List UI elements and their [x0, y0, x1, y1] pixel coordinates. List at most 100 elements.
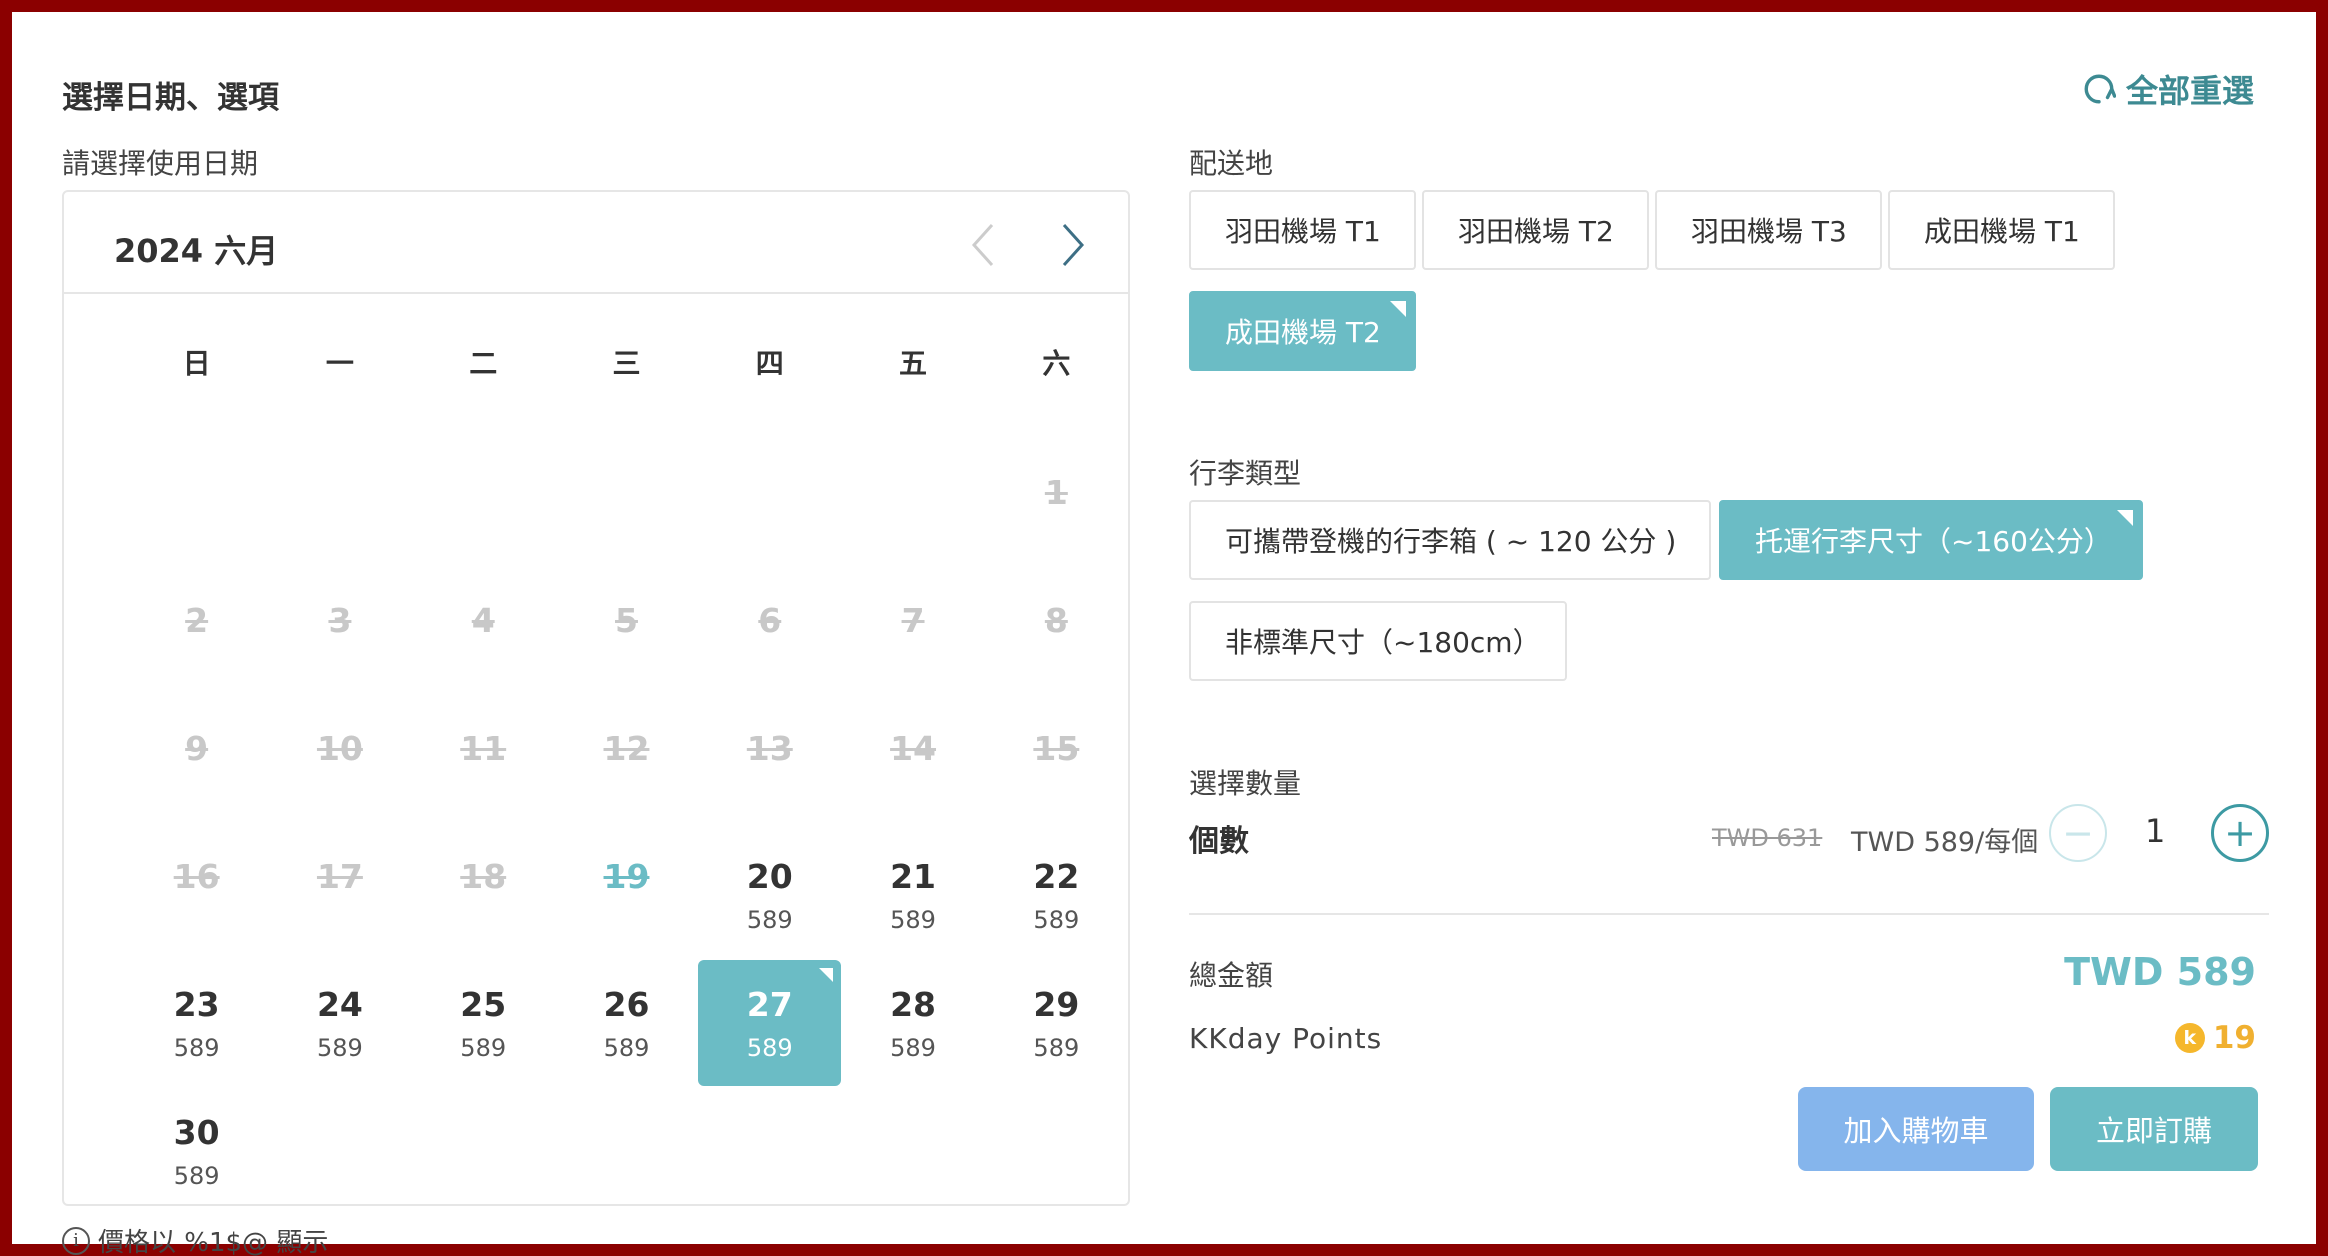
day-number: 28 — [890, 985, 937, 1024]
calendar-day: 5 — [555, 576, 698, 702]
price-note-text: 價格以 %1$@ 顯示 — [98, 1228, 329, 1256]
calendar-day[interactable]: 28 589 — [841, 960, 984, 1086]
day-number: 17 — [316, 857, 363, 896]
luggage-type-label: 行李類型 — [1189, 457, 1302, 490]
quantity-increase-button[interactable]: + — [2211, 804, 2269, 862]
calendar: 2024 六月 日一二三四五六 1 2 3 4 5 6 7 8 9 10 11 12 13 14 15 16 1… — [62, 190, 1130, 1206]
price-note: i 價格以 %1$@ 顯示 — [62, 1222, 328, 1256]
quantity-decrease-button[interactable]: − — [2049, 804, 2107, 862]
calendar-day[interactable]: 23 589 — [125, 960, 268, 1086]
calendar-day: 1 — [985, 448, 1128, 574]
day-number: 12 — [603, 729, 650, 768]
day-price: 589 — [317, 1034, 363, 1062]
day-number: 6 — [758, 601, 782, 640]
delivery-option[interactable]: 羽田機場 T2 — [1422, 190, 1649, 270]
calendar-day: 10 — [268, 704, 411, 830]
day-number: 24 — [316, 985, 363, 1024]
calendar-day[interactable]: 22 589 — [985, 832, 1128, 958]
quantity-item-label: 個數 — [1189, 824, 1249, 859]
calendar-day: 3 — [268, 576, 411, 702]
calendar-day: 15 — [985, 704, 1128, 830]
day-number: 8 — [1044, 601, 1068, 640]
day-number: 1 — [1044, 473, 1068, 512]
day-number: 4 — [471, 601, 495, 640]
minus-icon: − — [2062, 811, 2094, 855]
divider — [1189, 913, 2269, 915]
calendar-day: 2 — [125, 576, 268, 702]
calendar-day[interactable]: 30 589 — [125, 1088, 268, 1214]
calendar-day: 14 — [841, 704, 984, 830]
weekday-row: 日一二三四五六 — [64, 342, 1128, 382]
calendar-week-row: 16 17 18 19 20 589 21 589 22 589 — [64, 832, 1128, 958]
day-price: 589 — [173, 1162, 220, 1190]
calendar-day: 16 — [125, 832, 268, 958]
day-number: 27 — [746, 985, 793, 1024]
weekday-label: 五 — [899, 347, 928, 380]
day-number: 15 — [1033, 729, 1080, 768]
day-number: 25 — [460, 985, 507, 1024]
day-number: 26 — [603, 985, 650, 1024]
calendar-day: 8 — [985, 576, 1128, 702]
original-price: TWD 631 — [1712, 824, 1823, 852]
refresh-icon — [2084, 74, 2116, 104]
day-number: 18 — [460, 857, 507, 896]
total-label: 總金額 — [1189, 959, 1274, 992]
day-number: 14 — [890, 729, 937, 768]
day-number: 23 — [173, 985, 220, 1024]
points-value: 19 — [2212, 1020, 2256, 1056]
calendar-week-row: 23 589 24 589 25 589 26 589 27 589 28 589 29 589 — [64, 960, 1128, 1086]
calendar-day[interactable]: 20 589 — [698, 832, 841, 958]
day-price: 589 — [173, 1034, 220, 1062]
day-number: 11 — [460, 729, 507, 768]
prev-month-button[interactable] — [958, 220, 1008, 270]
day-number: 19 — [603, 857, 650, 896]
weekday-label: 一 — [325, 347, 354, 380]
kkday-coin-icon: k — [2174, 1023, 2205, 1053]
calendar-day[interactable]: 24 589 — [268, 960, 411, 1086]
weekday-label: 日 — [182, 347, 211, 380]
book-now-button[interactable]: 立即訂購 — [2050, 1087, 2258, 1171]
day-number: 9 — [185, 729, 209, 768]
plus-icon: + — [2224, 811, 2256, 855]
delivery-option[interactable]: 羽田機場 T1 — [1189, 190, 1416, 270]
weekday-label: 六 — [1042, 347, 1071, 380]
calendar-day[interactable]: 29 589 — [985, 960, 1128, 1086]
calendar-day: 4 — [412, 576, 555, 702]
day-price: 589 — [1033, 906, 1080, 934]
unit-price: TWD 589/每個 — [1851, 827, 2039, 858]
reset-all-button[interactable]: 全部重選 — [2082, 66, 2254, 112]
points-label: KKday Points — [1189, 1022, 1383, 1055]
day-number: 5 — [615, 601, 638, 640]
day-number: 16 — [173, 857, 220, 896]
delivery-option[interactable]: 羽田機場 T3 — [1655, 190, 1882, 270]
day-price: 589 — [603, 1034, 650, 1062]
calendar-day-selected[interactable]: 27 589 — [698, 960, 842, 1086]
calendar-day: 11 — [412, 704, 555, 830]
day-number: 13 — [746, 729, 793, 768]
calendar-day[interactable]: 25 589 — [412, 960, 555, 1086]
info-icon: i — [62, 1226, 90, 1255]
luggage-option[interactable]: 非標準尺寸（~180cm） — [1189, 601, 1567, 681]
calendar-day: 17 — [268, 832, 411, 958]
luggage-option[interactable]: 托運行李尺寸（~160公分） — [1719, 500, 2143, 580]
delivery-label: 配送地 — [1189, 147, 1274, 180]
day-price: 589 — [890, 1034, 936, 1062]
delivery-option[interactable]: 成田機場 T2 — [1189, 291, 1416, 371]
calendar-day[interactable]: 21 589 — [841, 832, 984, 958]
calendar-week-row: 9 10 11 12 13 14 15 — [64, 704, 1128, 830]
day-number: 20 — [746, 857, 793, 896]
day-number: 2 — [185, 601, 209, 640]
day-number: 7 — [901, 601, 925, 640]
add-to-cart-button[interactable]: 加入購物車 — [1798, 1087, 2034, 1171]
day-number: 29 — [1033, 985, 1080, 1024]
calendar-week-row: 30 589 — [64, 1088, 1128, 1214]
calendar-day[interactable]: 26 589 — [555, 960, 698, 1086]
calendar-day: 13 — [698, 704, 841, 830]
delivery-option[interactable]: 成田機場 T1 — [1888, 190, 2115, 270]
section-title: 選擇日期、選項 — [62, 80, 279, 116]
day-price: 589 — [1033, 1034, 1080, 1062]
day-price: 589 — [460, 1034, 507, 1062]
next-month-button[interactable] — [1048, 220, 1098, 270]
luggage-option[interactable]: 可攜帶登機的行李箱 ( ~ 120 公分 ) — [1189, 500, 1711, 580]
day-number: 30 — [173, 1113, 220, 1152]
